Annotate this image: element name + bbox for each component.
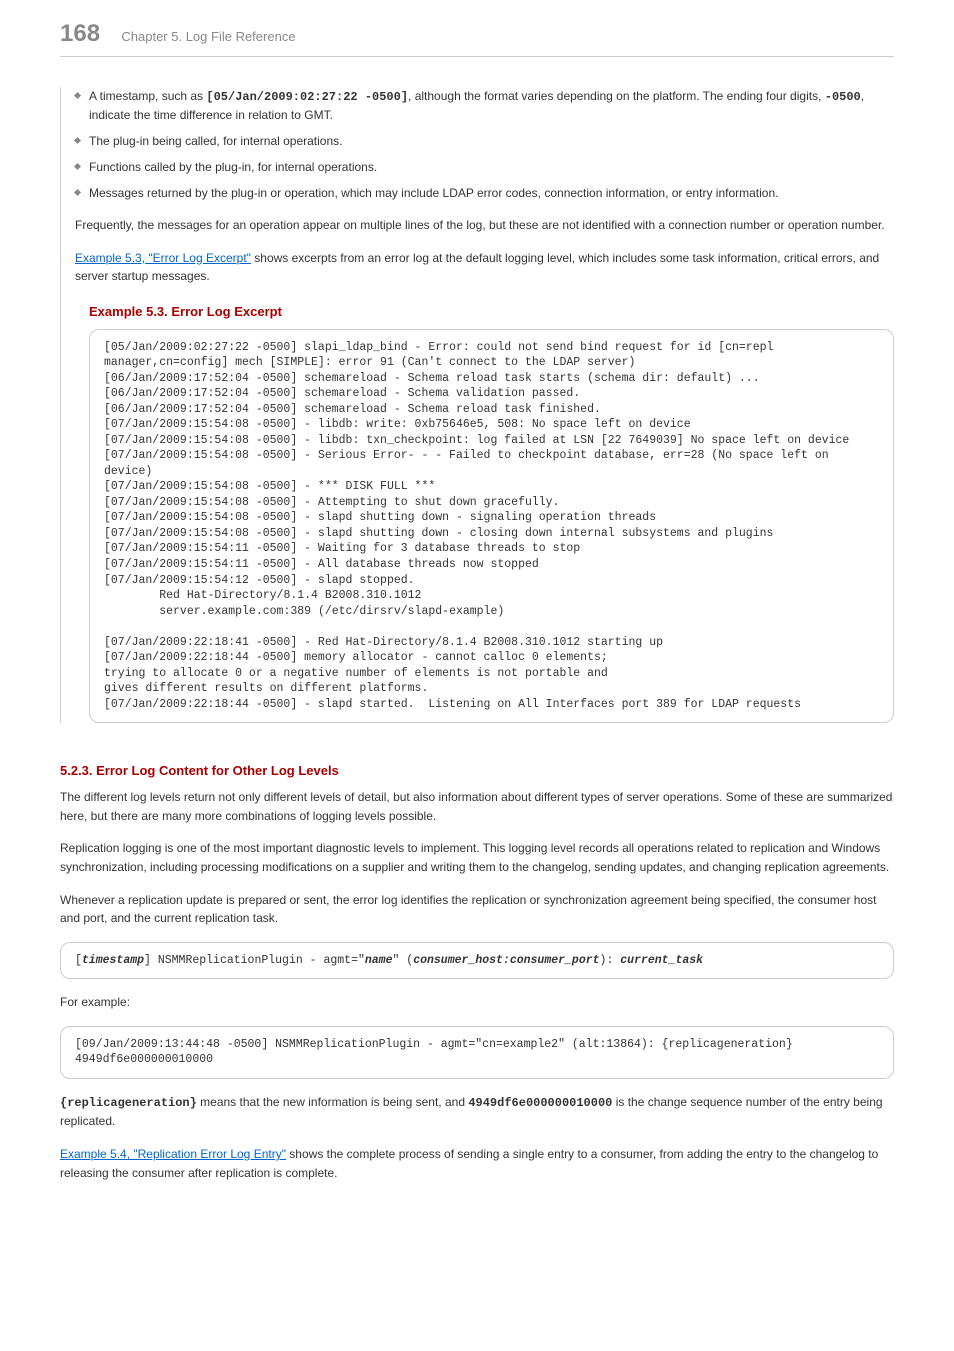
bullet-text: , although the format varies depending o…: [408, 89, 825, 103]
example-title: Example 5.3. Error Log Excerpt: [89, 304, 894, 319]
code-block-example: [09/Jan/2009:13:44:48 -0500] NSMMReplica…: [60, 1026, 894, 1079]
code-text: [: [75, 954, 82, 967]
paragraph: {replicageneration} means that the new i…: [60, 1093, 894, 1131]
example-link[interactable]: Example 5.4, "Replication Error Log Entr…: [60, 1147, 286, 1161]
inline-code: [05/Jan/2009:02:27:22 -0500]: [206, 90, 408, 104]
chapter-title: Chapter 5. Log File Reference: [121, 29, 295, 44]
page-header: 168 Chapter 5. Log File Reference: [60, 20, 894, 57]
paragraph: Replication logging is one of the most i…: [60, 839, 894, 876]
paragraph-text: means that the new information is being …: [197, 1095, 469, 1109]
code-block-template: [timestamp] NSMMReplicationPlugin - agmt…: [60, 942, 894, 980]
code-text: ] NSMMReplicationPlugin - agmt=": [144, 954, 365, 967]
bullet-text: Messages returned by the plug-in or oper…: [89, 186, 778, 200]
paragraph: Whenever a replication update is prepare…: [60, 891, 894, 928]
page-number: 168: [60, 20, 100, 48]
code-text: " (: [392, 954, 413, 967]
code-text: ):: [600, 954, 621, 967]
bullet-item: Functions called by the plug-in, for int…: [75, 158, 894, 176]
bullet-text: A timestamp, such as: [89, 89, 206, 103]
example-link[interactable]: Example 5.3, "Error Log Excerpt": [75, 251, 251, 265]
paragraph: For example:: [60, 993, 894, 1012]
bullet-item: A timestamp, such as [05/Jan/2009:02:27:…: [75, 87, 894, 124]
paragraph: Example 5.3, "Error Log Excerpt" shows e…: [75, 249, 894, 286]
paragraph: Frequently, the messages for an operatio…: [75, 216, 894, 235]
intro-block: A timestamp, such as [05/Jan/2009:02:27:…: [60, 87, 894, 723]
bullet-text: Functions called by the plug-in, for int…: [89, 160, 377, 174]
inline-code: -0500: [825, 90, 861, 104]
section-heading: 5.2.3. Error Log Content for Other Log L…: [60, 763, 894, 778]
bullet-item: The plug-in being called, for internal o…: [75, 132, 894, 150]
code-placeholder: consumer_host:consumer_port: [413, 954, 599, 967]
inline-code: {replicageneration}: [60, 1096, 197, 1110]
bullet-list: A timestamp, such as [05/Jan/2009:02:27:…: [75, 87, 894, 202]
bullet-text: The plug-in being called, for internal o…: [89, 134, 343, 148]
code-placeholder: name: [365, 954, 393, 967]
code-block-error-log: [05/Jan/2009:02:27:22 -0500] slapi_ldap_…: [89, 329, 894, 723]
bullet-item: Messages returned by the plug-in or oper…: [75, 184, 894, 202]
inline-code: 4949df6e000000010000: [468, 1096, 612, 1110]
paragraph: The different log levels return not only…: [60, 788, 894, 825]
code-placeholder: timestamp: [82, 954, 144, 967]
code-placeholder: current_task: [620, 954, 703, 967]
paragraph: Example 5.4, "Replication Error Log Entr…: [60, 1145, 894, 1182]
